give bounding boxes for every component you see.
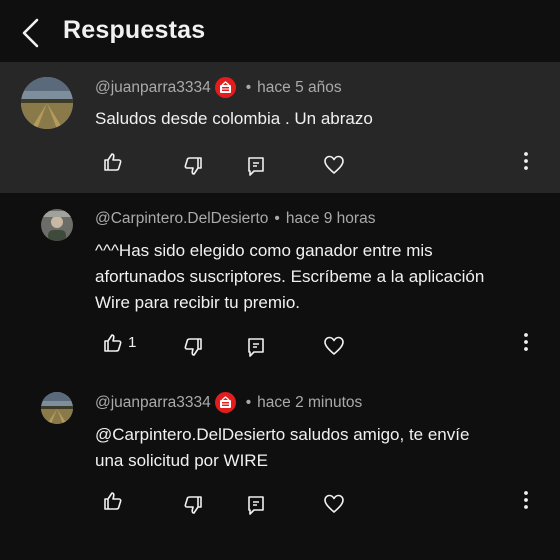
comment-actions: 1 (100, 332, 520, 362)
dislike-icon[interactable] (182, 494, 204, 521)
comment-text: @Carpintero.DelDesierto saludos amigo, t… (95, 422, 469, 474)
separator-dot: • (245, 78, 252, 96)
reply-comment: @juanparra3334 • hace 2 minutos @Carpint… (0, 378, 560, 560)
heart-icon[interactable] (323, 154, 345, 181)
reply-icon[interactable] (245, 155, 267, 182)
separator-dot: • (274, 210, 280, 227)
comment-text-line: Wire para recibir tu premio. (95, 293, 301, 312)
dislike-icon[interactable] (182, 155, 204, 182)
creator-badge-icon (214, 392, 236, 413)
comment-meta: @juanparra3334 • hace 2 minutos (95, 392, 362, 413)
comment-text-line: afortunados suscriptores. Escríbeme a la… (95, 267, 485, 286)
back-arrow-icon[interactable] (18, 16, 46, 50)
like-icon[interactable] (102, 490, 124, 517)
heart-icon[interactable] (323, 493, 345, 520)
like-count: 1 (128, 334, 137, 351)
page-title: Respuestas (63, 16, 206, 44)
comment-actions (100, 490, 520, 520)
comment-text: ^^^Has sido elegido como ganador entre m… (95, 238, 484, 316)
dislike-icon[interactable] (182, 336, 204, 363)
separator-dot: • (245, 393, 252, 411)
comment-text-line: una solicitud por WIRE (95, 451, 268, 470)
avatar[interactable] (41, 392, 73, 424)
like-icon[interactable] (102, 332, 124, 359)
avatar[interactable] (41, 209, 73, 241)
comment-time: hace 9 horas (285, 210, 376, 227)
comment-time: hace 2 minutos (257, 393, 363, 411)
author-name[interactable]: @juanparra3334 (95, 79, 211, 97)
avatar[interactable] (21, 77, 73, 129)
more-options-icon[interactable] (518, 149, 534, 173)
comment-text: Saludos desde colombia . Un abrazo (95, 109, 373, 128)
more-options-icon[interactable] (518, 330, 534, 354)
creator-badge-icon (214, 77, 236, 98)
reply-comment: @Carpintero.DelDesierto • hace 9 horas ^… (0, 193, 560, 373)
reply-icon[interactable] (245, 336, 267, 363)
author-name[interactable]: @Carpintero.DelDesierto (95, 210, 268, 228)
comment-time: hace 5 años (257, 78, 342, 96)
comment-text-line: @Carpintero.DelDesierto saludos amigo, t… (95, 425, 470, 444)
reply-icon[interactable] (245, 494, 267, 521)
header-bar: Respuestas (0, 0, 560, 62)
comment-text-line: ^^^Has sido elegido como ganador entre m… (95, 241, 433, 260)
like-icon[interactable] (102, 151, 124, 178)
comment-actions (100, 151, 520, 181)
comment-meta: @juanparra3334 • hace 5 años (95, 77, 342, 98)
more-options-icon[interactable] (518, 488, 534, 512)
parent-comment: @juanparra3334 • hace 5 años Saludos des… (0, 62, 560, 193)
comment-meta: @Carpintero.DelDesierto • hace 9 horas (95, 210, 375, 228)
heart-icon[interactable] (323, 335, 345, 362)
author-name[interactable]: @juanparra3334 (95, 394, 211, 412)
